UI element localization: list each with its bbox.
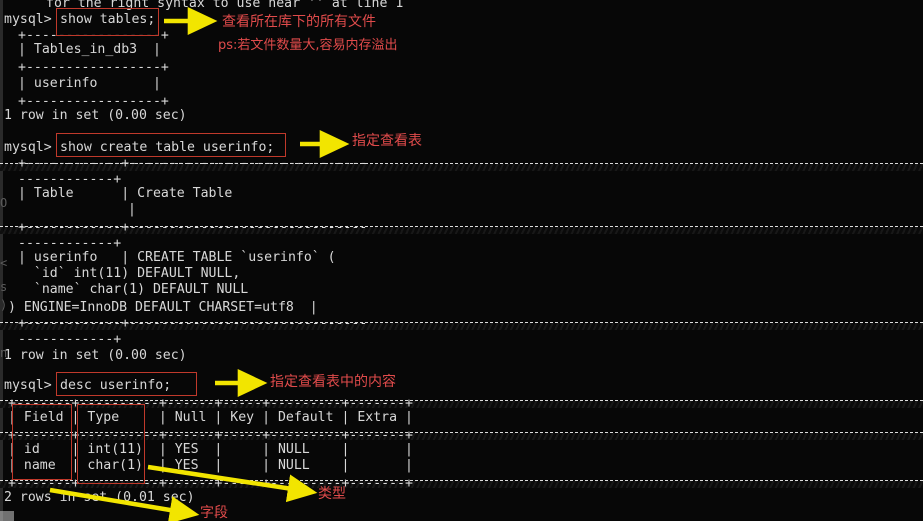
terminal-line-t2-bot2: ------------+ (18, 332, 122, 347)
gutter-ghost-4: n (0, 346, 8, 360)
bottom-left-marker (0, 511, 14, 521)
note-type: 类型 (318, 486, 346, 502)
terminal-line-t1-status: 1 row in set (0.00 sec) (4, 108, 187, 123)
terminal-line-cmd3: desc userinfo; (60, 378, 172, 393)
terminal-line-t1-sep: +-----------------+ (18, 60, 169, 75)
note-field: 字段 (200, 505, 228, 521)
note-show-tables-ps: ps:若文件数量大,容易内存溢出 (218, 38, 398, 53)
terminal-line-err-tail: for the right syntax to use near '' at l… (46, 0, 404, 11)
note-show-tables: 查看所在库下的所有文件 (222, 14, 376, 30)
terminal-line-cmd3-prompt: mysql> (4, 378, 52, 393)
terminal-line-t2-sep: +------------+--------------------------… (18, 220, 368, 235)
terminal-line-t1-row1: | userinfo | (18, 76, 161, 91)
terminal-line-t3-row2: | name | char(1) | YES | | NULL | | (8, 458, 413, 473)
terminal-line-t3-head: | Field | Type | Null | Key | Default | … (8, 410, 413, 425)
gutter-ghost-0: O (0, 196, 8, 210)
terminal-line-t3-status: 2 rows in set (0.01 sec) (4, 490, 195, 505)
note-desc-userinfo: 指定查看表中的内容 (270, 374, 396, 390)
terminal-line-t1-head: | Tables_in_db3 | (18, 42, 161, 57)
terminal-line-t2-bot: +------------+--------------------------… (18, 316, 368, 331)
terminal-line-cmd1-prompt: mysql> (4, 12, 52, 27)
terminal-line-t2-status: 1 row in set (0.00 sec) (4, 348, 187, 363)
terminal-line-cmd2-prompt: mysql> (4, 140, 52, 155)
terminal-line-cmd1: show tables; (60, 12, 156, 27)
terminal-line-t2-row1: | userinfo | CREATE TABLE `userinfo` ( (18, 250, 336, 265)
terminal-line-t2-head: | Table | Create Table (18, 186, 233, 201)
terminal-line-t2-row4: ) ENGINE=InnoDB DEFAULT CHARSET=utf8 | (8, 300, 318, 315)
terminal-line-t2-headcont: | (128, 202, 136, 217)
gutter-ghost-1: < (0, 256, 8, 270)
gutter-ghost-3: ) (0, 298, 8, 312)
terminal-line-t3-row1: | id | int(11) | YES | | NULL | | (8, 442, 413, 457)
terminal-line-t2-row2: `id` int(11) DEFAULT NULL, (18, 266, 241, 281)
terminal-screenshot: for the right syntax to use near '' at l… (0, 0, 923, 521)
note-show-create-table: 指定查看表 (352, 133, 422, 149)
terminal-line-cmd2: show create table userinfo; (60, 140, 275, 155)
gutter-ghost-2: s (0, 280, 8, 294)
terminal-text-layer: for the right syntax to use near '' at l… (0, 0, 923, 521)
terminal-line-t2-row3: `name` char(1) DEFAULT NULL (18, 282, 249, 297)
terminal-line-t2-top: +------------+--------------------------… (18, 156, 368, 171)
